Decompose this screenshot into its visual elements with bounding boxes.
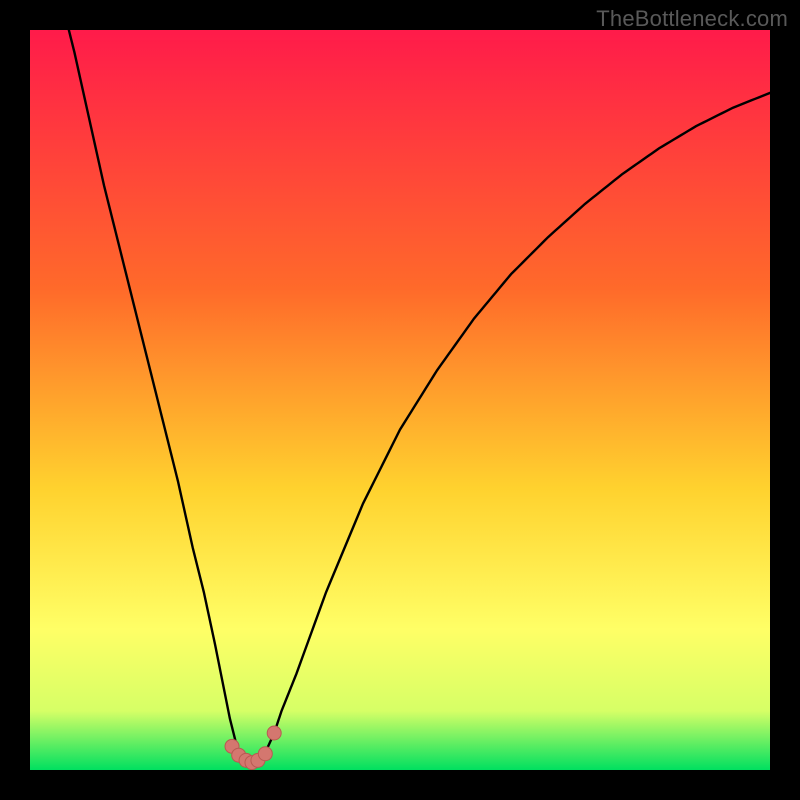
plot-area [30,30,770,770]
watermark-text: TheBottleneck.com [596,6,788,32]
curve-marker [258,747,272,761]
gradient-background [30,30,770,770]
bottleneck-chart [30,30,770,770]
curve-marker [267,726,281,740]
chart-frame: TheBottleneck.com [0,0,800,800]
